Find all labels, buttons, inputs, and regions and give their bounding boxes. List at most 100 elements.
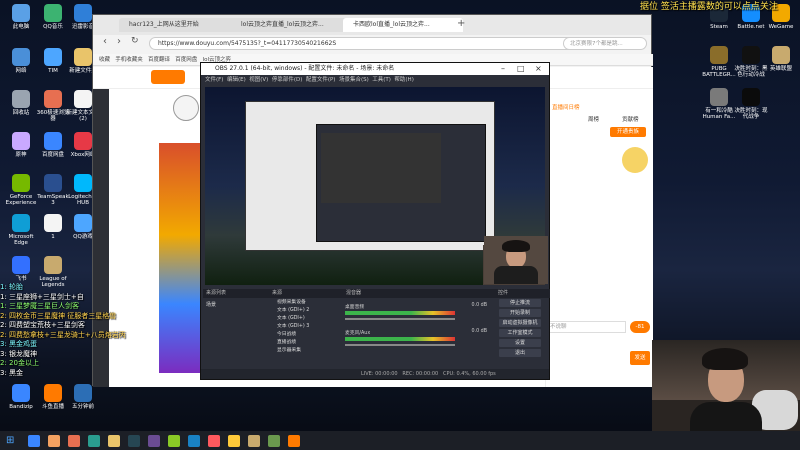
source-item[interactable]: 显示器采集 bbox=[269, 347, 341, 355]
address-bar[interactable]: https://www.douyu.com/5475135?_t=0411773… bbox=[149, 37, 589, 50]
desktop-icon[interactable]: 此电脑 bbox=[4, 4, 38, 30]
desktop-icon[interactable]: Bandizip bbox=[4, 384, 38, 410]
control-button[interactable]: 停止推流 bbox=[499, 299, 541, 307]
tab-douyu-1[interactable]: lol云顶之弈直播_lol云顶之弈... bbox=[231, 18, 351, 32]
desktop-icon[interactable]: 网络 bbox=[4, 48, 38, 74]
taskbar-app-icon[interactable] bbox=[88, 434, 101, 447]
control-button[interactable]: 开始录制 bbox=[499, 309, 541, 317]
scene-item[interactable]: 场景 bbox=[203, 301, 267, 309]
taskbar-app-icon[interactable] bbox=[68, 434, 81, 447]
desktop-icon-label: 飞书 bbox=[15, 276, 27, 282]
bookmark-item[interactable]: 收藏 bbox=[99, 57, 110, 63]
taskbar-app-icon[interactable] bbox=[228, 434, 241, 447]
desktop-icon[interactable]: Microsoft Edge bbox=[4, 214, 38, 246]
taskbar-app-icon[interactable] bbox=[48, 434, 61, 447]
tab-hao123[interactable]: hacr123_上网从这里开始 bbox=[119, 18, 239, 32]
app-icon bbox=[74, 90, 92, 108]
open-noble-button[interactable]: 开通贵族 bbox=[610, 127, 646, 137]
close-icon[interactable]: × bbox=[535, 64, 542, 73]
source-item[interactable]: 直播战绩 bbox=[269, 339, 341, 347]
menu-item[interactable]: 文件(F) bbox=[205, 77, 223, 83]
desktop-icon[interactable]: TIM bbox=[36, 48, 70, 74]
send-button[interactable]: 发送 bbox=[630, 351, 650, 365]
obs-window[interactable]: OBS 27.0.1 (64-bit, windows) - 配置文件: 未命名… bbox=[200, 62, 550, 380]
taskbar-app-icon[interactable] bbox=[108, 434, 121, 447]
source-item[interactable]: 文本 (GDI+) bbox=[269, 315, 341, 323]
obs-menu-bar: 文件(F) 编辑(E) 视图(V) 停靠部件(D) 配置文件(P) 场景集合(S… bbox=[201, 75, 549, 85]
mixer-dock-header: 混音器 bbox=[343, 289, 496, 298]
source-item[interactable]: 文本 (GDI+) 2 bbox=[269, 307, 341, 315]
taskbar-app-icon[interactable] bbox=[288, 434, 301, 447]
desktop-icon[interactable]: 360极速浏览器 bbox=[36, 90, 70, 122]
desktop-icon[interactable]: 决胜时刻：现代战争 bbox=[734, 88, 768, 120]
control-button[interactable]: 工作室模式 bbox=[499, 329, 541, 337]
search-box[interactable]: 北京赛限7个都是跳... bbox=[563, 37, 647, 50]
tab-daily-rank[interactable]: 直播间日榜 bbox=[552, 103, 580, 111]
desktop-icon[interactable]: 英雄联盟 bbox=[764, 46, 798, 72]
mixer-db: 0.0 dB bbox=[471, 329, 488, 334]
desktop-icon[interactable]: 斗鱼直播 bbox=[36, 384, 70, 410]
bookmark-item[interactable]: 百度网盘 bbox=[175, 57, 197, 63]
taskbar-app-icon[interactable] bbox=[148, 434, 161, 447]
tab-fans-rank[interactable]: 贡献榜 bbox=[622, 115, 639, 123]
taskbar-app-icon[interactable] bbox=[248, 434, 261, 447]
menu-item[interactable]: 帮助(H) bbox=[394, 77, 413, 83]
app-icon bbox=[74, 132, 92, 150]
tab-weekly-rank[interactable]: 周榜 bbox=[588, 115, 599, 123]
taskbar-app-icon[interactable] bbox=[268, 434, 281, 447]
desktop-icon[interactable]: 五分钟前 bbox=[66, 384, 100, 410]
app-icon bbox=[12, 214, 30, 232]
taskbar-app-icon[interactable] bbox=[188, 434, 201, 447]
menu-item[interactable]: 视图(V) bbox=[249, 77, 268, 83]
volume-slider[interactable] bbox=[345, 318, 455, 320]
back-icon[interactable]: ‹ bbox=[103, 36, 107, 47]
source-item[interactable]: 视频采集设备 bbox=[269, 299, 341, 307]
desktop-icon[interactable]: PUBG BATTLEGR... bbox=[702, 46, 736, 78]
chat-line: 1: 三星梦魇三星巨人剑客 bbox=[0, 302, 80, 310]
desktop-icon[interactable]: QQ音乐 bbox=[36, 4, 70, 30]
desktop-icon[interactable]: 飞书 bbox=[4, 256, 38, 282]
windows-start-icon[interactable]: ⊞ bbox=[6, 435, 14, 446]
desktop-icon[interactable]: 百度网盘 bbox=[36, 132, 70, 158]
desktop-icon-label: 英雄联盟 bbox=[769, 66, 792, 72]
maximize-icon[interactable]: □ bbox=[517, 64, 525, 73]
menu-item[interactable]: 场景集合(S) bbox=[339, 77, 369, 83]
bookmark-item[interactable]: 手机收藏夹 bbox=[115, 57, 143, 63]
forward-icon[interactable]: › bbox=[117, 36, 121, 47]
new-tab-icon[interactable]: + bbox=[457, 18, 465, 29]
menu-item[interactable]: 编辑(E) bbox=[227, 77, 246, 83]
webcam-small bbox=[484, 236, 548, 284]
tab-douyu-active[interactable]: 卡西欧lol直播_lol云顶之弈... bbox=[343, 18, 463, 32]
app-icon bbox=[12, 384, 30, 402]
menu-item[interactable]: 停靠部件(D) bbox=[272, 77, 303, 83]
menu-item[interactable]: 配置文件(P) bbox=[306, 77, 336, 83]
taskbar-app-icon[interactable] bbox=[28, 434, 41, 447]
control-button[interactable]: 设置 bbox=[499, 339, 541, 347]
app-icon bbox=[710, 88, 728, 106]
desktop-icon-label: Microsoft Edge bbox=[8, 234, 34, 246]
desktop-icon[interactable]: 原神 bbox=[4, 132, 38, 158]
control-button[interactable]: 启动虚拟摄像机 bbox=[499, 319, 541, 327]
volume-slider[interactable] bbox=[345, 344, 455, 346]
mixer-channel-name: 麦克风/Aux bbox=[345, 331, 371, 336]
minimize-icon[interactable]: – bbox=[501, 64, 505, 73]
menu-item[interactable]: 工具(T) bbox=[372, 77, 391, 83]
source-item[interactable]: 今日战绩 bbox=[269, 331, 341, 339]
desktop-icon[interactable]: 有一和冷酷 Human Fa... bbox=[702, 88, 736, 120]
desktop-icon[interactable]: GeForce Experience bbox=[4, 174, 38, 206]
taskbar-app-icon[interactable] bbox=[168, 434, 181, 447]
bookmark-item[interactable]: 百度翻译 bbox=[148, 57, 170, 63]
desktop-icon[interactable]: TeamSpeak 3 bbox=[36, 174, 70, 206]
desktop-icon[interactable]: 回收站 bbox=[4, 90, 38, 116]
taskbar-app-icon[interactable] bbox=[208, 434, 221, 447]
app-icon bbox=[44, 174, 62, 192]
desktop-icon[interactable]: 决胜时刻：黑色行动冷战 bbox=[734, 46, 768, 78]
desktop-icon[interactable]: 1 bbox=[36, 214, 70, 240]
control-button[interactable]: 退出 bbox=[499, 349, 541, 357]
source-item[interactable]: 文本 (GDI+) 3 bbox=[269, 323, 341, 331]
refresh-icon[interactable]: ↻ bbox=[131, 36, 139, 46]
desktop-icon-label: 此电脑 bbox=[12, 24, 30, 30]
chat-input[interactable]: 不说聊 bbox=[546, 321, 626, 333]
chat-line: 2: 四费塑宝荒枝+三星剑客 bbox=[0, 321, 85, 329]
taskbar-app-icon[interactable] bbox=[128, 434, 141, 447]
